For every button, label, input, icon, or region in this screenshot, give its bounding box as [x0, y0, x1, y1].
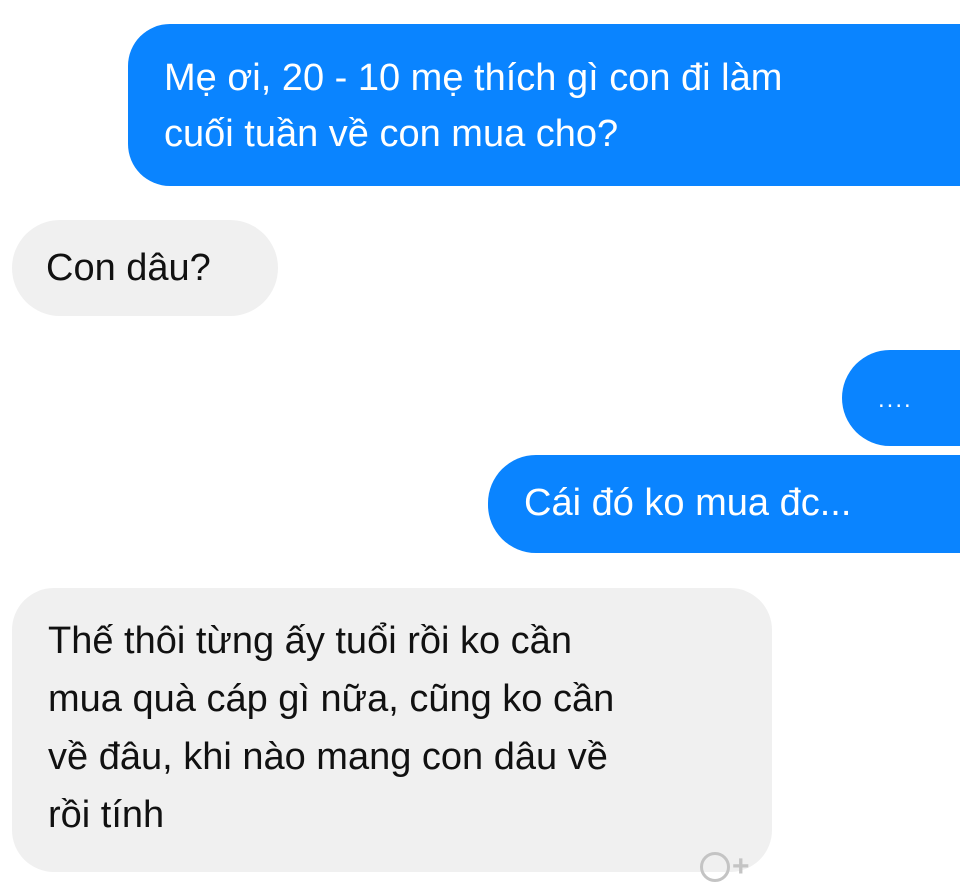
sent-message-bubble[interactable]: ....	[842, 350, 960, 446]
received-message-bubble[interactable]: Thế thôi từng ấy tuổi rồi ko cần mua quà…	[12, 588, 772, 872]
plus-icon: +	[732, 850, 750, 884]
smiley-face-icon	[700, 852, 730, 883]
sent-message-bubble[interactable]: Mẹ ơi, 20 - 10 mẹ thích gì con đi làm cu…	[128, 24, 960, 186]
add-reaction-icon[interactable]: +	[688, 846, 778, 886]
received-message-bubble[interactable]: Con dâu?	[12, 220, 278, 316]
sent-message-bubble[interactable]: Cái đó ko mua đc...	[488, 455, 960, 553]
